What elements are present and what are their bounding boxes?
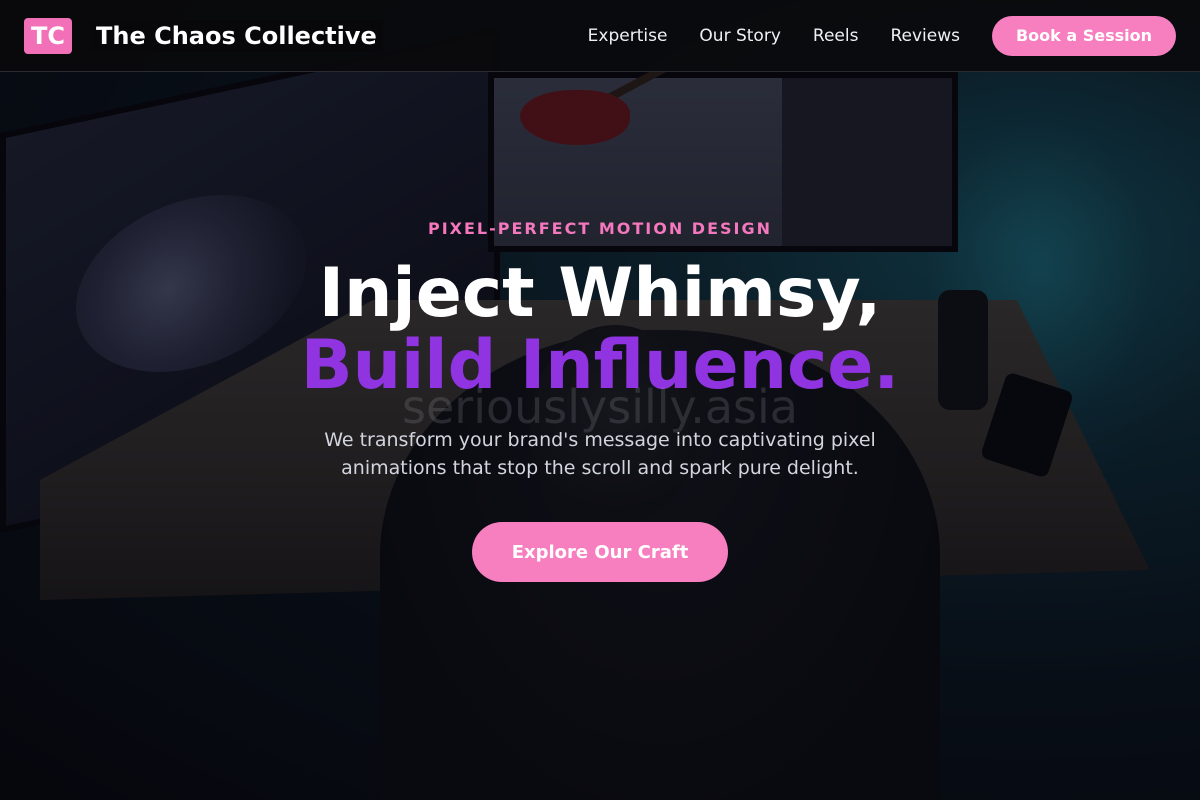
main-nav: Expertise Our Story Reels Reviews Book a… [588,15,1176,56]
hero-section: PIXEL-PERFECT MOTION DESIGN Inject Whims… [0,72,1200,800]
hero-eyebrow: PIXEL-PERFECT MOTION DESIGN [427,219,772,238]
brand-name[interactable]: The Chaos Collective [90,19,383,52]
logo-badge[interactable]: TC [24,17,72,54]
nav-link-reels[interactable]: Reels [813,26,859,46]
nav-link-our-story[interactable]: Our Story [699,26,780,46]
nav-link-reviews[interactable]: Reviews [890,26,960,46]
brand[interactable]: TC The Chaos Collective [24,17,383,54]
headline-line-1: Inject Whimsy, [318,254,882,333]
book-session-button[interactable]: Book a Session [991,15,1176,56]
hero-subtitle: We transform your brand's message into c… [324,429,876,479]
explore-craft-button[interactable]: Explore Our Craft [472,522,728,582]
site-header: TC The Chaos Collective Expertise Our St… [0,0,1200,72]
nav-link-expertise[interactable]: Expertise [588,26,668,46]
